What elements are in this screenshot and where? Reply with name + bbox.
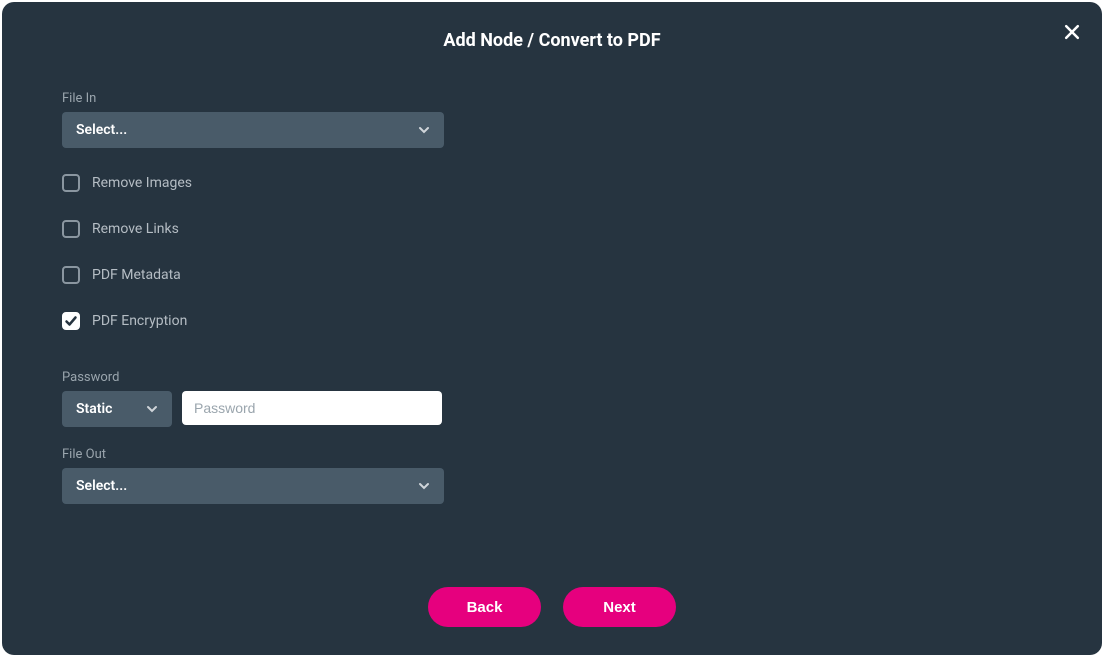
add-node-modal: Add Node / Convert to PDF File In Select… [2,2,1102,655]
pdf-encryption-checkbox[interactable] [62,312,80,330]
close-button[interactable] [1060,20,1084,44]
file-out-select[interactable]: Select... [62,468,444,504]
close-icon [1062,22,1082,42]
pdf-metadata-row: PDF Metadata [62,266,1042,284]
password-mode-select[interactable]: Static [62,391,172,427]
file-in-group: File In Select... [62,91,1042,148]
remove-links-label: Remove Links [92,221,179,237]
next-button[interactable]: Next [563,587,676,627]
chevron-down-icon [418,124,430,136]
file-in-select[interactable]: Select... [62,112,444,148]
remove-images-checkbox[interactable] [62,174,80,192]
remove-images-label: Remove Images [92,175,192,191]
modal-content: File In Select... Remove Images Remove L… [2,51,1102,504]
modal-title: Add Node / Convert to PDF [2,2,1102,51]
file-out-label: File Out [62,447,1042,462]
file-in-label: File In [62,91,1042,106]
pdf-metadata-label: PDF Metadata [92,267,181,283]
password-mode-value: Static [76,401,112,417]
password-group: Password Static [62,370,1042,427]
file-in-value: Select... [76,122,127,138]
modal-footer: Back Next [2,587,1102,627]
remove-images-row: Remove Images [62,174,1042,192]
remove-links-checkbox[interactable] [62,220,80,238]
file-out-group: File Out Select... [62,447,1042,504]
password-label: Password [62,370,1042,385]
check-icon [64,314,78,328]
pdf-metadata-checkbox[interactable] [62,266,80,284]
password-input[interactable] [182,391,442,425]
file-out-value: Select... [76,478,127,494]
pdf-encryption-row: PDF Encryption [62,312,1042,330]
back-button[interactable]: Back [428,587,541,627]
remove-links-row: Remove Links [62,220,1042,238]
pdf-encryption-label: PDF Encryption [92,313,187,329]
chevron-down-icon [146,403,158,415]
password-row: Static [62,391,1042,427]
chevron-down-icon [418,480,430,492]
